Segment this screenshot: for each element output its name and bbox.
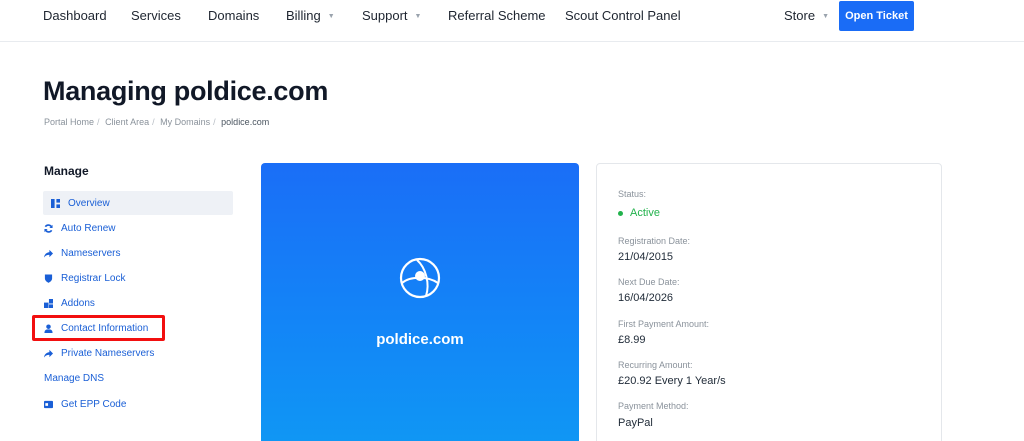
sync-icon <box>44 223 60 233</box>
sidebar-item-auto-renew[interactable]: Auto Renew <box>43 216 233 240</box>
sidebar-item-get-epp-code[interactable]: Get EPP Code <box>43 392 233 416</box>
sidebar-item-addons[interactable]: Addons <box>43 291 233 315</box>
sidebar-item-manage-dns[interactable]: Manage DNS <box>43 366 233 390</box>
payment-method-label: Payment Method: <box>618 401 689 411</box>
sidebar-item-label: Private Nameservers <box>61 347 155 359</box>
nav-billing[interactable]: Billing ▼ <box>286 9 335 24</box>
arrow-right-icon <box>44 249 60 258</box>
nav-services[interactable]: Services <box>131 9 181 23</box>
nav-referral-scheme[interactable]: Referral Scheme <box>448 9 546 23</box>
nav-services-label: Services <box>131 8 181 23</box>
nav-scout-label: Scout Control Panel <box>565 8 681 23</box>
nav-domains[interactable]: Domains <box>208 9 259 23</box>
nav-domains-label: Domains <box>208 8 260 23</box>
payment-method-value: PayPal <box>618 417 653 429</box>
arrow-right-icon <box>44 349 60 358</box>
sidebar-item-label: Get EPP Code <box>61 398 127 410</box>
card-domain-name: poldice.com <box>376 331 464 348</box>
nav-scout-control-panel[interactable]: Scout Control Panel <box>565 9 681 23</box>
chevron-down-icon: ▼ <box>327 13 335 20</box>
sidebar-heading: Manage <box>44 164 89 178</box>
sidebar-item-overview[interactable]: Overview <box>43 191 233 215</box>
globe-icon <box>398 256 442 300</box>
sidebar-item-registrar-lock[interactable]: Registrar Lock <box>43 266 233 290</box>
breadcrumb-client-area[interactable]: Client Area <box>105 117 149 127</box>
sidebar-item-nameservers[interactable]: Nameservers <box>43 241 233 265</box>
nav-support[interactable]: Support ▼ <box>362 9 421 24</box>
first-payment-label: First Payment Amount: <box>618 319 710 329</box>
breadcrumb-separator: / <box>213 117 216 127</box>
sidebar-item-label: Nameservers <box>61 247 121 259</box>
nav-dashboard[interactable]: Dashboard <box>43 9 107 23</box>
breadcrumb-my-domains[interactable]: My Domains <box>160 117 210 127</box>
breadcrumb-portal-home[interactable]: Portal Home <box>44 117 94 127</box>
nav-referral-label: Referral Scheme <box>448 8 546 23</box>
dashboard-icon <box>51 198 67 208</box>
next-due-date-label: Next Due Date: <box>618 277 680 287</box>
open-ticket-button[interactable]: Open Ticket <box>839 1 914 31</box>
nav-dashboard-label: Dashboard <box>43 8 107 23</box>
cubes-icon <box>44 298 60 308</box>
sidebar-item-private-nameservers[interactable]: Private Nameservers <box>43 341 233 365</box>
recurring-amount-value: £20.92 Every 1 Year/s <box>618 375 726 387</box>
shield-icon <box>44 273 60 283</box>
chevron-down-icon: ▼ <box>414 13 422 20</box>
breadcrumb-current: poldice.com <box>221 117 270 127</box>
sidebar-item-label: Auto Renew <box>61 222 116 234</box>
recurring-amount-label: Recurring Amount: <box>618 360 693 370</box>
domain-card: poldice.com <box>261 163 579 441</box>
domain-info-panel: Status: Active Registration Date: 21/04/… <box>596 163 942 441</box>
next-due-date-value: 16/04/2026 <box>618 292 674 304</box>
status-label: Status: <box>618 189 647 199</box>
status-dot-icon <box>618 210 623 216</box>
sidebar-item-label: Addons <box>61 297 95 309</box>
sidebar-item-label: Registrar Lock <box>61 272 126 284</box>
first-payment-value: £8.99 <box>618 334 646 346</box>
status-value: Active <box>630 207 660 219</box>
breadcrumb-separator: / <box>152 117 155 127</box>
status-badge: Active <box>618 207 660 219</box>
nav-support-label: Support <box>362 8 408 23</box>
top-navbar: Dashboard Services Domains Billing ▼ Supp… <box>0 0 1024 42</box>
registration-date-label: Registration Date: <box>618 236 691 246</box>
nav-store-label: Store <box>784 8 816 23</box>
chevron-down-icon: ▼ <box>822 13 830 20</box>
highlight-annotation-box <box>32 315 165 341</box>
sidebar-item-label: Manage DNS <box>44 372 105 384</box>
nav-store[interactable]: Store ▼ <box>784 9 829 24</box>
sidebar-item-label: Overview <box>68 197 110 209</box>
page-title: Managing poldice.com <box>43 76 329 106</box>
breadcrumb-separator: / <box>97 117 100 127</box>
nav-billing-label: Billing <box>286 8 321 23</box>
id-card-icon <box>44 400 60 409</box>
registration-date-value: 21/04/2015 <box>618 251 674 263</box>
breadcrumb: Portal Home / Client Area / My Domains / po… <box>44 117 269 127</box>
